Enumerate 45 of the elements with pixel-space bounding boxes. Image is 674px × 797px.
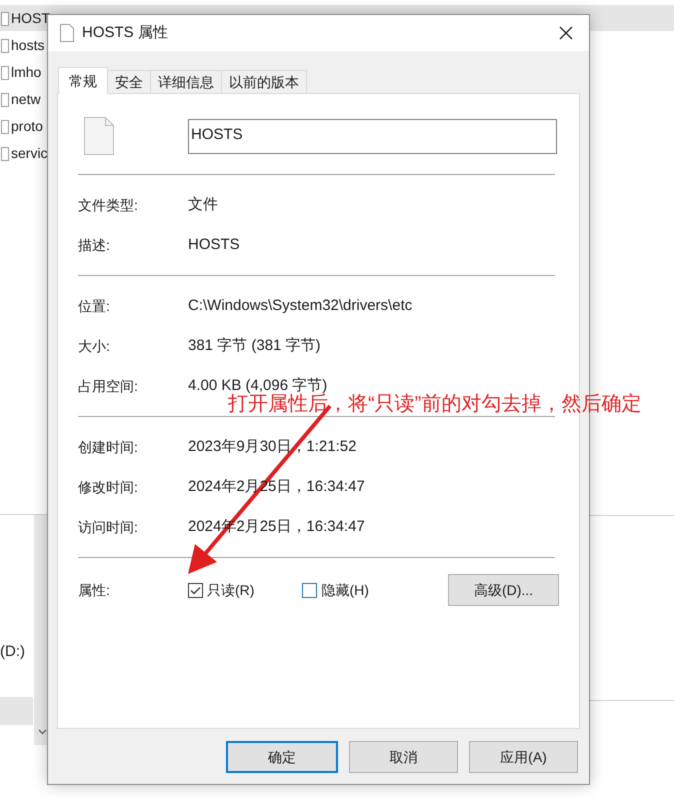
checkbox[interactable] [302, 582, 318, 598]
file-name-field[interactable]: HOSTS [188, 118, 557, 154]
field-value: 文件 [188, 194, 218, 215]
checkbox[interactable] [188, 582, 203, 598]
field-label: 描述: [78, 236, 111, 254]
file-icon [60, 24, 74, 42]
field-label: 修改时间: [78, 478, 139, 496]
close-icon[interactable] [559, 26, 573, 40]
file-icon [84, 117, 114, 155]
file-icon [1, 92, 9, 106]
file-name[interactable]: lmho [11, 62, 42, 83]
window-title: HOSTS 属性 [82, 22, 168, 43]
field-value: 381 字节 (381 字节) [188, 336, 321, 356]
file-name[interactable]: hosts [11, 35, 44, 56]
advanced-button[interactable]: 高级(D)... [448, 574, 559, 606]
field-label: 大小: [78, 336, 111, 356]
file-name[interactable]: servic [11, 143, 48, 164]
file-icon [1, 66, 9, 80]
checkbox-label[interactable]: 只读(R) [207, 580, 254, 600]
dialog-button[interactable]: 确定 [226, 741, 338, 773]
file-icon [1, 12, 9, 26]
file-name[interactable]: netw [11, 89, 41, 110]
attributes-label: 属性: [78, 580, 111, 600]
field-label: 文件类型: [78, 196, 139, 214]
field-value: 2023年9月30日，1:21:52 [188, 436, 356, 457]
tab[interactable]: 常规 [58, 67, 108, 94]
field-value: 4.00 KB (4,096 字节) [188, 376, 328, 394]
field-label: 访问时间: [78, 518, 139, 536]
field-value: C:\Windows\System32\drivers\etc [188, 296, 412, 316]
annotation-text: 打开属性后，将“只读”前的对勾去掉，然后确定 [228, 393, 642, 417]
file-icon [1, 38, 9, 52]
checkbox-label[interactable]: 隐藏(H) [321, 580, 369, 600]
file-name[interactable]: proto [11, 116, 43, 137]
file-name[interactable]: HOST [11, 8, 50, 29]
tab[interactable]: 以前的版本 [221, 70, 307, 93]
dialog-button[interactable]: 取消 [349, 741, 458, 773]
drive-label[interactable]: (D:) [0, 641, 25, 664]
field-value: HOSTS [188, 234, 240, 255]
chevron-icon[interactable] [38, 729, 47, 735]
dialog-button[interactable]: 应用(A) [469, 741, 578, 773]
file-icon [1, 146, 9, 160]
field-label: 占用空间: [78, 376, 139, 396]
field-label: 位置: [78, 296, 111, 316]
file-icon [1, 120, 9, 134]
field-label: 创建时间: [78, 438, 139, 456]
